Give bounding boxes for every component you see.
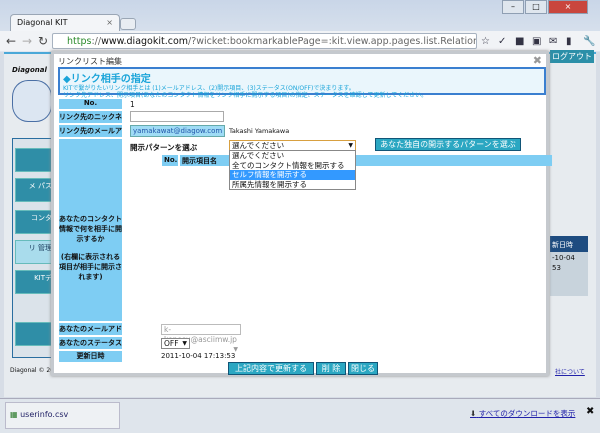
wrench-icon[interactable]: 🔧 <box>583 36 595 47</box>
close-button[interactable]: 閉じる <box>348 362 378 375</box>
csv-file-icon: ▦ <box>10 410 18 419</box>
download-item[interactable]: ▦ userinfo.csv <box>5 402 120 429</box>
dropdown-option[interactable]: 所属先情報を開示する <box>230 180 355 190</box>
close-window-button[interactable]: × <box>548 0 588 14</box>
label-disclose: あなたのコンタクト情報で何を相手に開示するか (右欄に表示される項目が相手に開示さ… <box>59 139 122 321</box>
label-status: あなたのステータス <box>59 337 122 349</box>
label-my-email: あなたのメールアドレス <box>59 323 122 345</box>
dialog-header-box: ◆リンク相手の指定 KITで繋がりたいリンク相手とは (1)メールアドレス、(2… <box>58 67 546 99</box>
download-icon: ⬇ <box>470 409 477 418</box>
chevron-down-icon: ▼ <box>182 340 187 347</box>
column-header: 新日時 <box>550 236 588 252</box>
close-download-bar-icon[interactable]: ✖ <box>586 406 594 417</box>
delete-button[interactable]: 削 除 <box>316 362 346 375</box>
address-bar[interactable]: https://www.diagokit.com/?wicket:bookmar… <box>52 33 477 49</box>
side-menu-item[interactable]: リ 管理 <box>15 240 55 264</box>
bookmark-star-icon[interactable]: ☆ <box>481 36 490 47</box>
custom-pattern-button[interactable]: あなた独自の開示するパターンを選ぶ <box>375 138 521 151</box>
side-menu-item[interactable]: メ パス <box>15 178 55 202</box>
selected-value: OFF <box>164 339 179 348</box>
list-panel: 新日時 -10-04 53 <box>550 236 588 296</box>
side-menu-item[interactable] <box>15 322 55 346</box>
section-description: KITで繋がりたいリンク相手とは (1)メールアドレス、(2)開示項目、(3)ス… <box>63 85 355 92</box>
nickname-input[interactable] <box>130 111 224 122</box>
label-text: あなたのコンタクト情報で何を相手に開示するか <box>59 215 122 243</box>
selected-value: 選んでください <box>232 141 285 150</box>
browser-tab[interactable]: Diagonal KIT × <box>10 14 120 31</box>
status-select[interactable]: OFF ▼ <box>161 338 190 349</box>
side-menu-item[interactable]: コンタ <box>15 210 55 234</box>
side-menu-item[interactable] <box>15 148 55 172</box>
new-tab-button[interactable] <box>120 18 136 30</box>
label-nickname: リンク先のニックネーム <box>59 111 122 133</box>
label-email: リンク先のメールアドレス <box>59 125 122 147</box>
close-icon[interactable]: ✖ <box>533 54 542 67</box>
show-all-downloads-link[interactable]: ⬇ すべてのダウンロードを表示 <box>470 408 575 419</box>
dialog-title: リンクリスト編集 <box>58 57 122 66</box>
label-note: (右欄に表示される項目が相手に開示されます) <box>59 253 122 281</box>
reload-icon[interactable]: ↻ <box>38 34 48 48</box>
logout-button[interactable]: ログアウト <box>550 50 594 63</box>
maximize-button[interactable]: □ <box>525 0 547 14</box>
cell: -10-04 <box>552 254 575 262</box>
logo-graphic <box>12 80 52 122</box>
pattern-dropdown-list: 選んでください 全てのコンタクト情報を開示する セルフ情報を開示する 所属先情報… <box>229 150 356 190</box>
close-tab-icon[interactable]: × <box>106 18 113 27</box>
updated-value: 2011-10-04 17:13:53 <box>161 352 236 360</box>
link-name: Takashi Yamakawa <box>229 127 290 135</box>
tab-title: Diagonal KIT <box>17 18 68 27</box>
label-no: No. <box>59 99 122 109</box>
link-text: すべてのダウンロードを表示 <box>478 409 576 418</box>
section-description: リンク先アドレス、開示項目(あなたのコンタクト情報をリンク相手に開示する項目)の… <box>63 92 428 99</box>
extension-icon[interactable]: ■ <box>515 36 524 47</box>
download-filename: userinfo.csv <box>20 410 69 419</box>
update-button[interactable]: 上記内容で更新する <box>228 362 314 375</box>
logo: Diagonal <box>12 66 47 74</box>
label-updated: 更新日時 <box>59 351 122 362</box>
dropdown-option[interactable]: 選んでください <box>230 151 355 161</box>
extension-icon[interactable]: ▮ <box>566 36 572 47</box>
value-no: 1 <box>130 100 135 109</box>
column-header-no: No. <box>162 155 178 166</box>
cell: 53 <box>552 264 561 272</box>
extension-icon[interactable]: ▣ <box>532 36 541 47</box>
forward-icon[interactable]: → <box>22 34 32 48</box>
my-email-select[interactable]: k-konosu@asciimw.jp ▼ <box>161 324 241 353</box>
mail-icon[interactable]: ✉ <box>549 36 557 47</box>
dropdown-option-highlighted[interactable]: セルフ情報を開示する <box>230 170 355 180</box>
section-title: ◆リンク相手の指定 <box>63 74 151 85</box>
footer-link[interactable]: 社について <box>555 367 585 376</box>
link-email-field[interactable]: yamakawat@diagow.com <box>130 125 225 137</box>
link-edit-dialog: リンクリスト編集 ✖ ◆リンク相手の指定 KITで繋がりたいリンク相手とは (1… <box>51 51 552 376</box>
extension-icon[interactable]: ✓ <box>498 36 506 47</box>
dropdown-option[interactable]: 全てのコンタクト情報を開示する <box>230 161 355 171</box>
pattern-label: 開示パターンを選ぶ <box>130 143 198 152</box>
side-menu-item[interactable]: KITデ <box>15 270 55 294</box>
back-icon[interactable]: ← <box>6 34 16 48</box>
minimize-button[interactable]: – <box>502 0 524 14</box>
